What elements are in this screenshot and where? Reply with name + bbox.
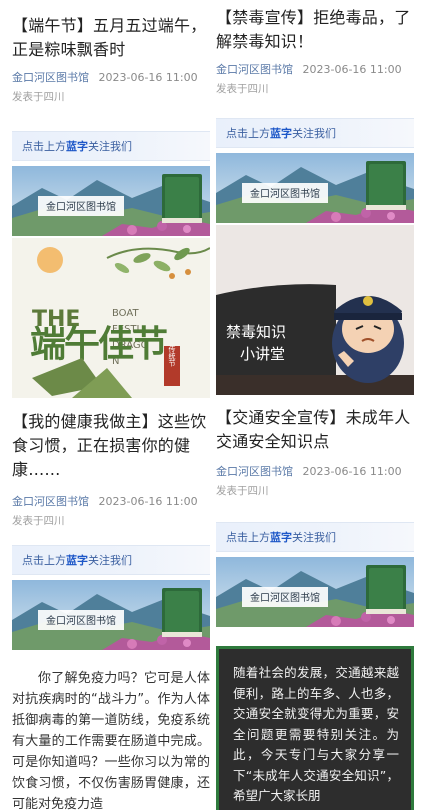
poster-seal: 传统节	[168, 345, 176, 368]
article-author[interactable]: 金口河区图书馆	[12, 495, 89, 508]
article-location: 发表于四川	[216, 485, 269, 497]
article-location: 发表于四川	[12, 91, 65, 103]
article-datetime: 2023-06-16 11:00	[98, 495, 198, 508]
article-title[interactable]: 【禁毒宣传】拒绝毒品，了解禁毒知识！	[216, 6, 414, 54]
article-meta: 金口河区图书馆 2023-06-16 11:00	[12, 70, 210, 86]
dragon-boat-poster: THE BOAT FESTI DRAGO N 端午佳节 传统节	[12, 238, 210, 398]
follow-suffix: 关注我们	[292, 531, 336, 544]
article-author[interactable]: 金口河区图书馆	[12, 71, 89, 84]
anti-drug-poster: 禁毒知识 小讲堂	[216, 225, 414, 395]
article-meta: 金口河区图书馆 2023-06-16 11:00	[216, 464, 414, 480]
library-banner-image: 金口河区图书馆	[12, 166, 210, 236]
library-banner: 金口河区图书馆	[216, 557, 414, 627]
article-card-anti-drug[interactable]: 【禁毒宣传】拒绝毒品，了解禁毒知识！ 金口河区图书馆 2023-06-16 11…	[216, 6, 414, 96]
library-banner-image: 金口河区图书馆	[12, 580, 210, 650]
article-title[interactable]: 【端午节】五月五过端午，正是粽味飘香时	[12, 14, 210, 62]
banner-logo-text: 金口河区图书馆	[250, 591, 320, 604]
follow-prefix: 点击上方	[226, 531, 270, 544]
dragon-boat-illustration: THE BOAT FESTI DRAGO N 端午佳节 传统节	[12, 238, 210, 398]
library-banner: 金口河区图书馆	[12, 580, 210, 650]
article-card-health[interactable]: 【我的健康我做主】这些饮食习惯，正在损害你的健康…… 金口河区图书馆 2023-…	[12, 410, 210, 528]
follow-suffix: 关注我们	[292, 127, 336, 140]
article-excerpt: 随着社会的发展，交通越来越便利，路上的车多、人也多，交通安全就变得尤为重要，安全…	[233, 665, 399, 803]
poster-caption: 禁毒知识	[226, 323, 286, 341]
article-meta: 金口河区图书馆 2023-06-16 11:00	[12, 494, 210, 510]
follow-us-bar[interactable]: 点击上方蓝字关注我们	[12, 545, 210, 575]
library-banner: 金口河区图书馆	[216, 153, 414, 223]
follow-highlight: 蓝字	[66, 554, 88, 567]
library-banner-image: 金口河区图书馆	[216, 153, 414, 223]
article-excerpt: 你了解免疫力吗？它可是人体对抗疾病时的“战斗力”。作为人体抵御病毒的第一道防线，…	[12, 671, 210, 810]
follow-suffix: 关注我们	[88, 140, 132, 153]
banner-logo-text: 金口河区图书馆	[250, 187, 320, 200]
follow-highlight: 蓝字	[66, 140, 88, 153]
follow-prefix: 点击上方	[22, 554, 66, 567]
article-card-dragon-boat[interactable]: 【端午节】五月五过端午，正是粽味飘香时 金口河区图书馆 2023-06-16 1…	[12, 14, 210, 104]
follow-suffix: 关注我们	[88, 554, 132, 567]
article-card-traffic-safety[interactable]: 【交通安全宣传】未成年人交通安全知识点 金口河区图书馆 2023-06-16 1…	[216, 406, 414, 498]
article-author[interactable]: 金口河区图书馆	[216, 63, 293, 76]
poster-headline: 端午佳节	[30, 324, 167, 365]
article-location: 发表于四川	[216, 83, 269, 95]
police-cartoon-illustration: 禁毒知识 小讲堂	[216, 225, 414, 395]
article-title[interactable]: 【我的健康我做主】这些饮食习惯，正在损害你的健康……	[12, 410, 210, 482]
follow-us-bar[interactable]: 点击上方蓝字关注我们	[216, 522, 414, 552]
article-excerpt-box: 随着社会的发展，交通越来越便利，路上的车多、人也多，交通安全就变得尤为重要，安全…	[216, 646, 414, 810]
article-author[interactable]: 金口河区图书馆	[216, 465, 293, 478]
follow-prefix: 点击上方	[22, 140, 66, 153]
article-datetime: 2023-06-16 11:00	[302, 63, 402, 76]
article-location: 发表于四川	[12, 515, 65, 527]
follow-prefix: 点击上方	[226, 127, 270, 140]
banner-logo-text: 金口河区图书馆	[46, 614, 116, 627]
article-datetime: 2023-06-16 11:00	[98, 71, 198, 84]
follow-us-bar[interactable]: 点击上方蓝字关注我们	[216, 118, 414, 148]
article-meta: 金口河区图书馆 2023-06-16 11:00	[216, 62, 414, 78]
poster-caption-line2: 小讲堂	[240, 345, 285, 363]
follow-highlight: 蓝字	[270, 127, 292, 140]
article-title[interactable]: 【交通安全宣传】未成年人交通安全知识点	[216, 406, 414, 454]
poster-en-line1: BOAT	[112, 308, 139, 319]
library-banner: 金口河区图书馆	[12, 166, 210, 236]
library-banner-image: 金口河区图书馆	[216, 557, 414, 627]
article-datetime: 2023-06-16 11:00	[302, 465, 402, 478]
banner-logo-text: 金口河区图书馆	[46, 200, 116, 213]
follow-us-bar[interactable]: 点击上方蓝字关注我们	[12, 131, 210, 161]
follow-highlight: 蓝字	[270, 531, 292, 544]
